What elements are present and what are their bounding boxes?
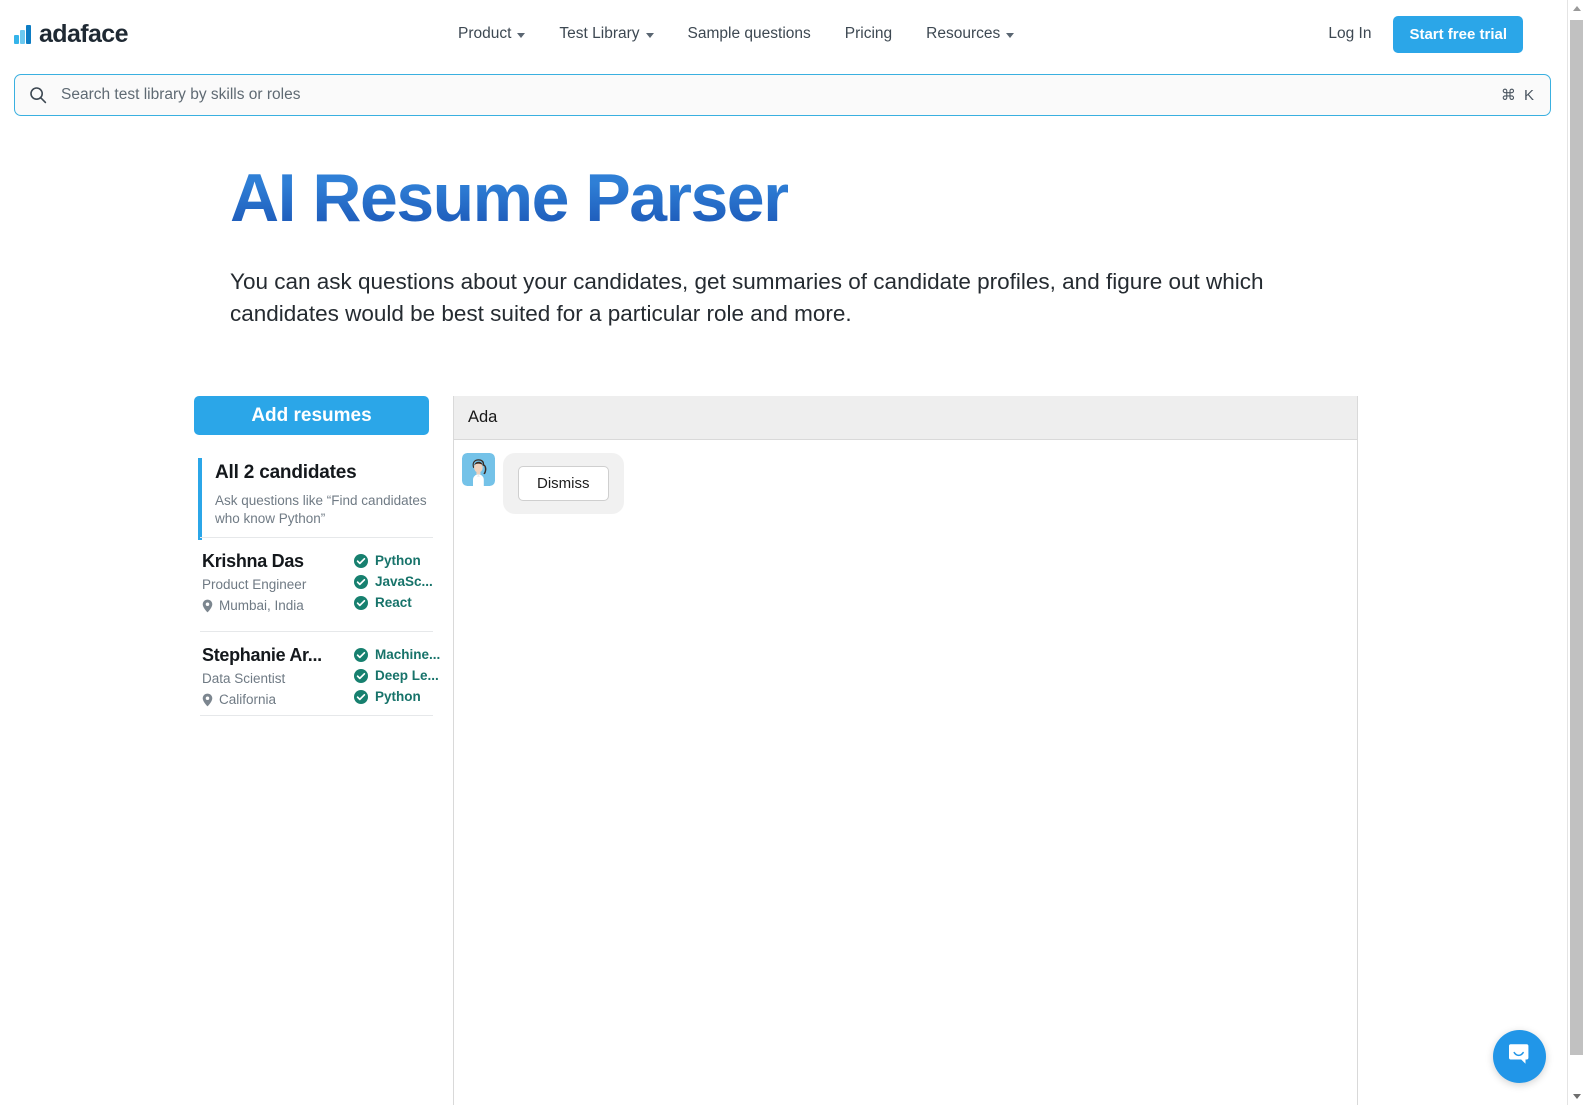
chat-message-bubble: Dismiss (503, 453, 624, 514)
chat-bubble-icon (1506, 1041, 1533, 1073)
candidate-skills: Machine... Deep Le... Python (354, 647, 440, 710)
skill-badge: React (354, 595, 440, 610)
check-circle-icon (354, 668, 368, 683)
nav-item-resources[interactable]: Resources (909, 25, 1031, 43)
candidate-location: Mumbai, India (202, 598, 344, 613)
list-item[interactable]: Krishna Das Product Engineer Mumbai, Ind… (202, 551, 434, 625)
log-in-link[interactable]: Log In (1328, 25, 1371, 43)
nav-item-test-library[interactable]: Test Library (542, 25, 670, 43)
skill-label: Deep Le... (375, 668, 439, 683)
resume-parser-app: Add resumes All 2 candidates Ask questio… (194, 396, 1358, 1105)
list-item[interactable]: Stephanie Ar... Data Scientist Californi… (202, 645, 440, 719)
candidate-info: Stephanie Ar... Data Scientist Californi… (202, 645, 344, 707)
start-free-trial-button[interactable]: Start free trial (1393, 15, 1523, 53)
sidebar-divider (200, 631, 433, 632)
top-navigation-bar: adaface Product Test Library Sample ques… (0, 0, 1567, 68)
candidate-location-label: Mumbai, India (219, 598, 304, 613)
candidate-location: California (202, 692, 344, 707)
candidate-skills: Python JavaSc... React (354, 553, 440, 616)
chevron-down-icon (645, 33, 654, 38)
all-candidates-hint: Ask questions like “Find candidates who … (215, 493, 427, 526)
check-circle-icon (354, 574, 368, 589)
nav-item-pricing-label: Pricing (844, 25, 893, 42)
skill-label: Python (375, 553, 421, 568)
skill-label: Machine... (375, 647, 441, 662)
map-pin-icon (202, 599, 213, 613)
chevron-down-icon (1006, 33, 1015, 38)
chevron-down-icon (517, 33, 526, 38)
primary-nav-links: Product Test Library Sample questions Pr… (441, 0, 1031, 68)
check-circle-icon (354, 689, 368, 704)
vertical-scrollbar[interactable] (1567, 0, 1584, 1105)
scrollbar-thumb[interactable] (1570, 20, 1583, 1055)
map-pin-icon (202, 693, 213, 707)
nav-item-product-label: Product (458, 25, 512, 42)
page-root: adaface Product Test Library Sample ques… (0, 0, 1584, 1105)
chat-message: Dismiss (462, 453, 1357, 514)
intercom-chat-launcher-button[interactable] (1493, 1030, 1546, 1083)
skill-label: React (375, 595, 412, 610)
nav-item-product[interactable]: Product (441, 25, 542, 43)
skill-badge: Deep Le... (354, 668, 440, 683)
check-circle-icon (354, 595, 368, 610)
nav-item-test-library-label: Test Library (559, 25, 640, 42)
nav-right-actions: Log In Start free trial (1328, 0, 1523, 68)
skill-badge: Python (354, 689, 440, 704)
chat-panel-header: Ada (454, 396, 1357, 440)
candidates-sidebar: Add resumes All 2 candidates Ask questio… (194, 396, 453, 1105)
check-circle-icon (354, 553, 368, 568)
all-candidates-title: All 2 candidates (215, 462, 357, 483)
adaface-bar-chart-icon (14, 25, 32, 44)
dismiss-button[interactable]: Dismiss (518, 466, 609, 501)
skill-badge: Python (354, 553, 440, 568)
scroll-up-arrow-icon[interactable] (1568, 0, 1584, 17)
candidate-role: Product Engineer (202, 577, 307, 592)
sidebar-divider (200, 537, 433, 538)
search-keyboard-shortcut: ⌘ K (1500, 87, 1536, 104)
sidebar-divider (200, 715, 433, 716)
candidate-role: Data Scientist (202, 671, 286, 686)
adaface-logo[interactable]: adaface (14, 20, 129, 49)
search-input-placeholder[interactable]: Search test library by skills or roles (61, 86, 1501, 104)
candidate-name: Stephanie Ar... (202, 645, 322, 665)
chat-assistant-name: Ada (468, 408, 498, 426)
scroll-down-arrow-icon[interactable] (1568, 1088, 1584, 1105)
page-subtitle: You can ask questions about your candida… (230, 269, 1264, 326)
add-resumes-button[interactable]: Add resumes (194, 396, 429, 435)
nav-item-sample-questions[interactable]: Sample questions (671, 25, 828, 43)
nav-item-sample-questions-label: Sample questions (687, 25, 811, 42)
skill-badge: Machine... (354, 647, 440, 662)
nav-item-resources-label: Resources (926, 25, 1001, 42)
page-title: AI Resume Parser (230, 160, 790, 236)
sidebar-item-all-candidates[interactable]: All 2 candidates Ask questions like “Fin… (198, 458, 434, 540)
chat-panel: Ada Dismiss (453, 396, 1358, 1105)
check-circle-icon (354, 647, 368, 662)
chat-message-list: Dismiss (454, 441, 1357, 1105)
skill-badge: JavaSc... (354, 574, 440, 589)
skill-label: JavaSc... (375, 574, 433, 589)
candidate-location-label: California (219, 692, 277, 707)
skill-label: Python (375, 689, 421, 704)
nav-item-pricing[interactable]: Pricing (828, 25, 909, 43)
candidate-info: Krishna Das Product Engineer Mumbai, Ind… (202, 551, 344, 613)
search-icon (29, 86, 47, 104)
avatar (462, 453, 495, 486)
candidate-name: Krishna Das (202, 551, 304, 571)
logo-text: adaface (39, 20, 129, 48)
search-bar[interactable]: Search test library by skills or roles ⌘… (14, 74, 1551, 116)
